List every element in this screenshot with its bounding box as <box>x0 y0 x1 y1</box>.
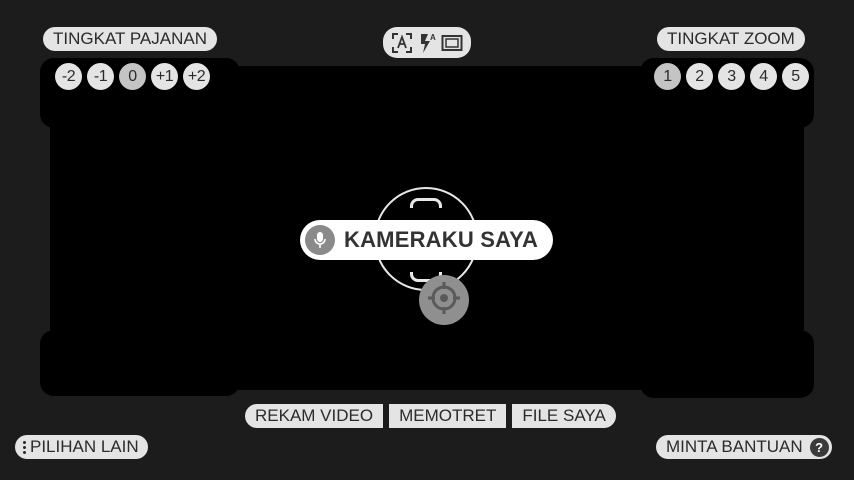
exposure-plus-1-button[interactable]: +1 <box>151 63 178 90</box>
more-vertical-icon <box>23 440 26 454</box>
more-options-label: PILIHAN LAIN <box>30 437 139 456</box>
voice-command-button[interactable]: KAMERAKU SAYA <box>300 220 553 260</box>
viewfinder-corner <box>40 330 240 396</box>
exposure-minus-2-button[interactable]: -2 <box>55 63 82 90</box>
aspect-ratio-icon[interactable] <box>441 34 463 52</box>
zoom-1-button[interactable]: 1 <box>654 63 681 90</box>
help-label: MINTA BANTUAN <box>666 437 803 456</box>
focus-bracket-top <box>410 198 442 208</box>
exposure-level-label: TINGKAT PAJANAN <box>43 27 217 51</box>
flash-auto-icon[interactable]: A <box>417 32 437 54</box>
tab-my-files[interactable]: FILE SAYA <box>512 404 616 428</box>
zoom-4-button[interactable]: 4 <box>750 63 777 90</box>
tab-record-video[interactable]: REKAM VIDEO <box>245 404 384 428</box>
voice-command-label: KAMERAKU SAYA <box>344 227 539 252</box>
exposure-minus-1-button[interactable]: -1 <box>87 63 114 90</box>
zoom-5-button[interactable]: 5 <box>782 63 809 90</box>
zoom-level-label: TINGKAT ZOOM <box>657 27 805 51</box>
microphone-icon <box>305 225 335 255</box>
mode-tabs: REKAM VIDEO MEMOTRET FILE SAYA <box>245 404 616 428</box>
shutter-button[interactable] <box>419 275 469 325</box>
exposure-0-button[interactable]: 0 <box>119 63 146 90</box>
help-icon: ? <box>809 437 829 457</box>
auto-focus-icon[interactable] <box>391 32 413 54</box>
viewfinder-corner <box>640 330 814 398</box>
more-options-button[interactable]: PILIHAN LAIN <box>15 435 148 459</box>
zoom-2-button[interactable]: 2 <box>686 63 713 90</box>
tab-take-photo[interactable]: MEMOTRET <box>389 404 507 428</box>
zoom-3-button[interactable]: 3 <box>718 63 745 90</box>
svg-text:A: A <box>430 33 436 42</box>
exposure-plus-2-button[interactable]: +2 <box>183 63 210 90</box>
target-icon <box>426 280 462 321</box>
camera-mode-group: A <box>383 27 471 58</box>
help-button[interactable]: MINTA BANTUAN ? <box>656 435 832 459</box>
